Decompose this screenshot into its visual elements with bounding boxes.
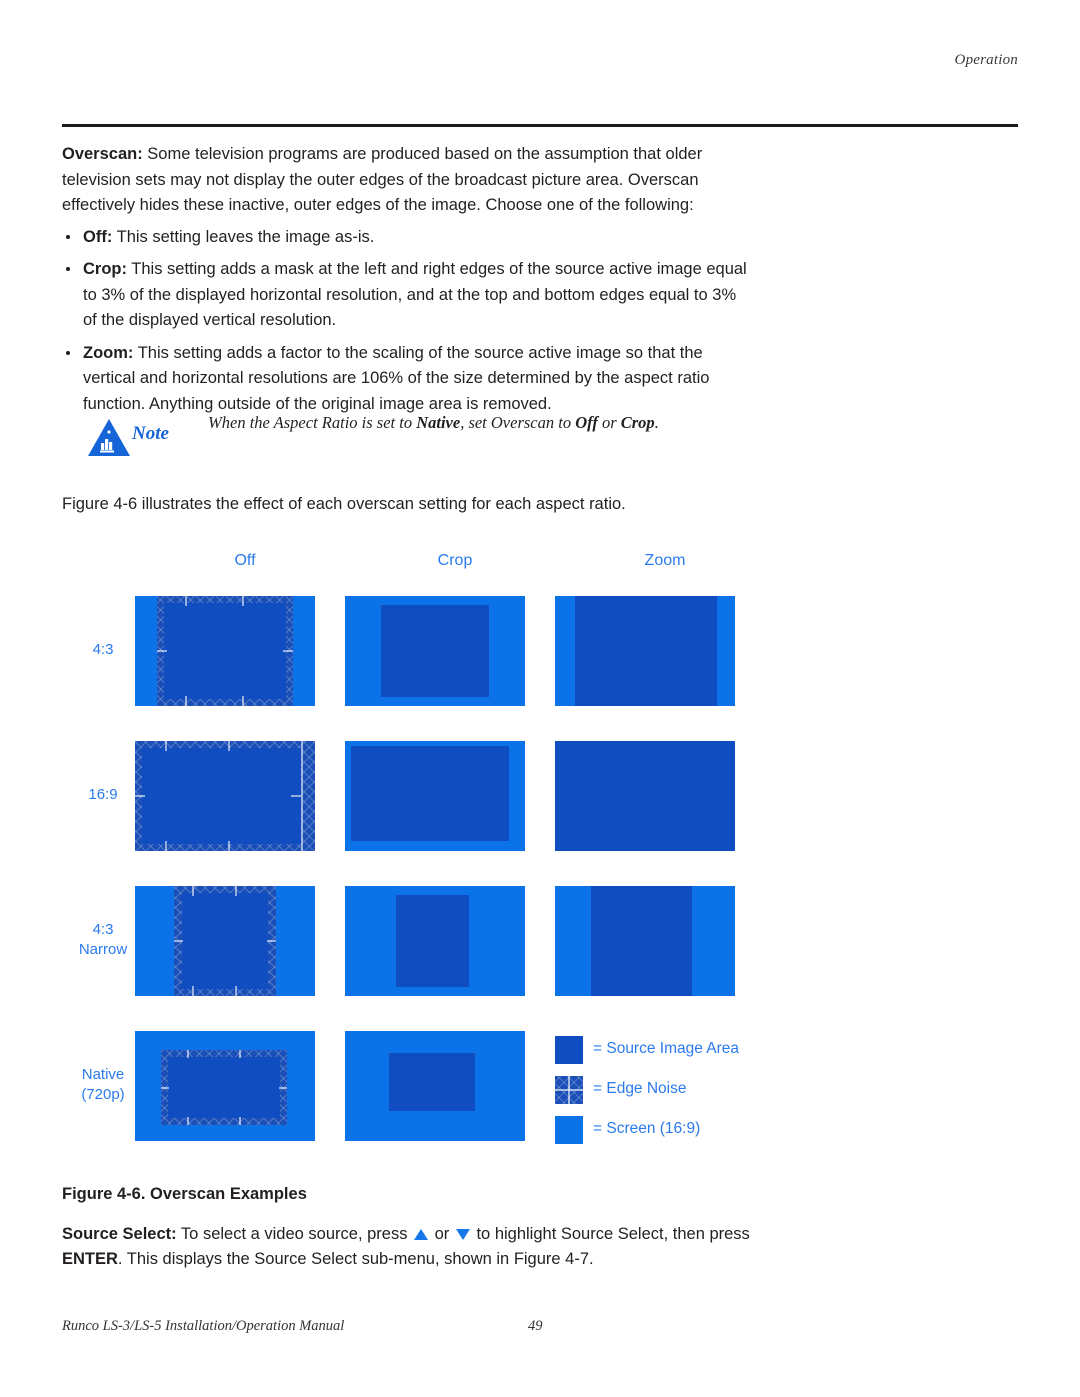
closing-part3: . This displays the Source Select sub-me…: [117, 1250, 594, 1268]
footer-page-number: 49: [528, 1318, 543, 1334]
row-label-4-3: 4:3: [66, 640, 140, 660]
note-text: When the Aspect Ratio is set to Native, …: [208, 411, 768, 435]
overscan-term: Overscan:: [62, 145, 143, 163]
note-text-pre: When the Aspect Ratio is set to: [208, 413, 417, 432]
screen-swatch: [555, 1116, 583, 1144]
figure-cell-native-off: [135, 1031, 315, 1141]
figure-cell-4-3-zoom: [555, 596, 735, 706]
list-item: Crop: This setting adds a mask at the le…: [62, 257, 752, 334]
note-crop: Crop: [620, 413, 655, 432]
source-image-region: [396, 895, 469, 987]
figure-cell-16-9-crop: [345, 741, 525, 851]
row-label-native-720p: Native (720p): [66, 1065, 140, 1105]
source-image-region: [555, 741, 735, 851]
closing-part1: To select a video source, press: [176, 1225, 413, 1243]
figure-legend: = Source Image Area = Edge Noise = Scree…: [555, 1031, 755, 1144]
overscan-options-list: Off: This setting leaves the image as-is…: [62, 225, 752, 418]
column-header-zoom: Zoom: [644, 552, 686, 569]
source-image-region: [182, 893, 268, 989]
figure-cell-native-crop: [345, 1031, 525, 1141]
bullet-term: Crop:: [83, 260, 127, 278]
figure-cell-4-3-narrow-off: [135, 886, 315, 996]
overscan-paragraph-text: Some television programs are produced ba…: [62, 145, 703, 214]
note-callout: Note When the Aspect Ratio is set to Nat…: [62, 405, 762, 475]
column-header-off: Off: [234, 552, 256, 569]
overscan-paragraph: Overscan: Some television programs are p…: [62, 142, 752, 219]
row-label-line1: 4:3: [92, 921, 114, 938]
footer-manual-title: Runco LS-3/LS-5 Installation/Operation M…: [62, 1318, 345, 1334]
figure-cell-4-3-narrow-crop: [345, 886, 525, 996]
row-label-line1: Native: [81, 1066, 125, 1083]
enter-key-label: ENTER: [62, 1250, 118, 1268]
arrow-up-icon: [414, 1229, 429, 1240]
source-select-term: Source Select:: [62, 1225, 177, 1243]
list-item: Off: This setting leaves the image as-is…: [62, 225, 752, 251]
body-content: Overscan: Some television programs are p…: [62, 142, 752, 424]
row-label-line1: 4:3: [92, 641, 114, 658]
note-text-mid: , set Overscan to: [460, 413, 576, 432]
bullet-dot-icon: [66, 350, 70, 355]
bullet-dot-icon: [66, 234, 70, 239]
source-image-region: [591, 886, 692, 996]
legend-label: = Screen (16:9): [593, 1120, 701, 1137]
running-head: Operation: [954, 52, 1018, 68]
source-image-region: [575, 596, 717, 706]
source-image-region: [164, 603, 286, 699]
note-or: or: [597, 413, 621, 432]
row-label-line2: Narrow: [78, 941, 128, 958]
note-native: Native: [416, 413, 461, 432]
figure-cell-4-3-crop: [345, 596, 525, 706]
figure-cell-16-9-zoom: [555, 741, 735, 851]
note-end: .: [654, 413, 659, 432]
arrow-down-icon: [455, 1229, 470, 1240]
figure-intro-line: Figure 4-6 illustrates the effect of eac…: [62, 495, 626, 513]
closing-part2: to highlight Source Select, then press: [471, 1225, 750, 1243]
source-image-region: [389, 1053, 475, 1111]
bullet-text: This setting adds a mask at the left and…: [83, 260, 747, 329]
source-select-paragraph: Source Select: To select a video source,…: [62, 1222, 762, 1272]
bullet-term: Off:: [83, 227, 113, 246]
figure-caption: Figure 4-6. Overscan Examples: [62, 1185, 307, 1203]
source-image-area-swatch: [555, 1036, 583, 1064]
bullet-term: Zoom:: [83, 343, 134, 362]
header-rule: [62, 124, 1018, 127]
figure-cell-4-3-off: [135, 596, 315, 706]
edge-noise-swatch: [555, 1076, 583, 1104]
source-image-region: [168, 1057, 280, 1118]
source-image-region: [351, 746, 509, 841]
figure-cell-4-3-narrow-zoom: [555, 886, 735, 996]
closing-or: or: [430, 1225, 454, 1243]
bullet-text: This setting adds a factor to the scalin…: [83, 343, 710, 413]
row-label-16-9: 16:9: [66, 785, 140, 805]
bullet-dot-icon: [66, 267, 70, 271]
warning-triangle-icon: [86, 417, 132, 459]
overscan-examples-figure: Off Crop Zoom 4:3 16:9 4:3 Narrow Native…: [62, 552, 762, 1152]
row-label-4-3-narrow: 4:3 Narrow: [66, 920, 140, 960]
legend-label: = Source Image Area: [593, 1040, 740, 1057]
note-off: Off: [575, 413, 598, 432]
source-image-region: [142, 748, 301, 844]
bullet-text: This setting leaves the image as-is.: [112, 227, 375, 246]
row-label-line2: (720p): [81, 1086, 125, 1103]
legend-label: = Edge Noise: [593, 1080, 687, 1097]
column-header-crop: Crop: [437, 552, 473, 569]
row-label-line1: 16:9: [88, 786, 118, 803]
figure-cell-16-9-off: [135, 741, 315, 851]
note-label: Note: [132, 423, 169, 444]
source-image-region: [381, 605, 489, 697]
